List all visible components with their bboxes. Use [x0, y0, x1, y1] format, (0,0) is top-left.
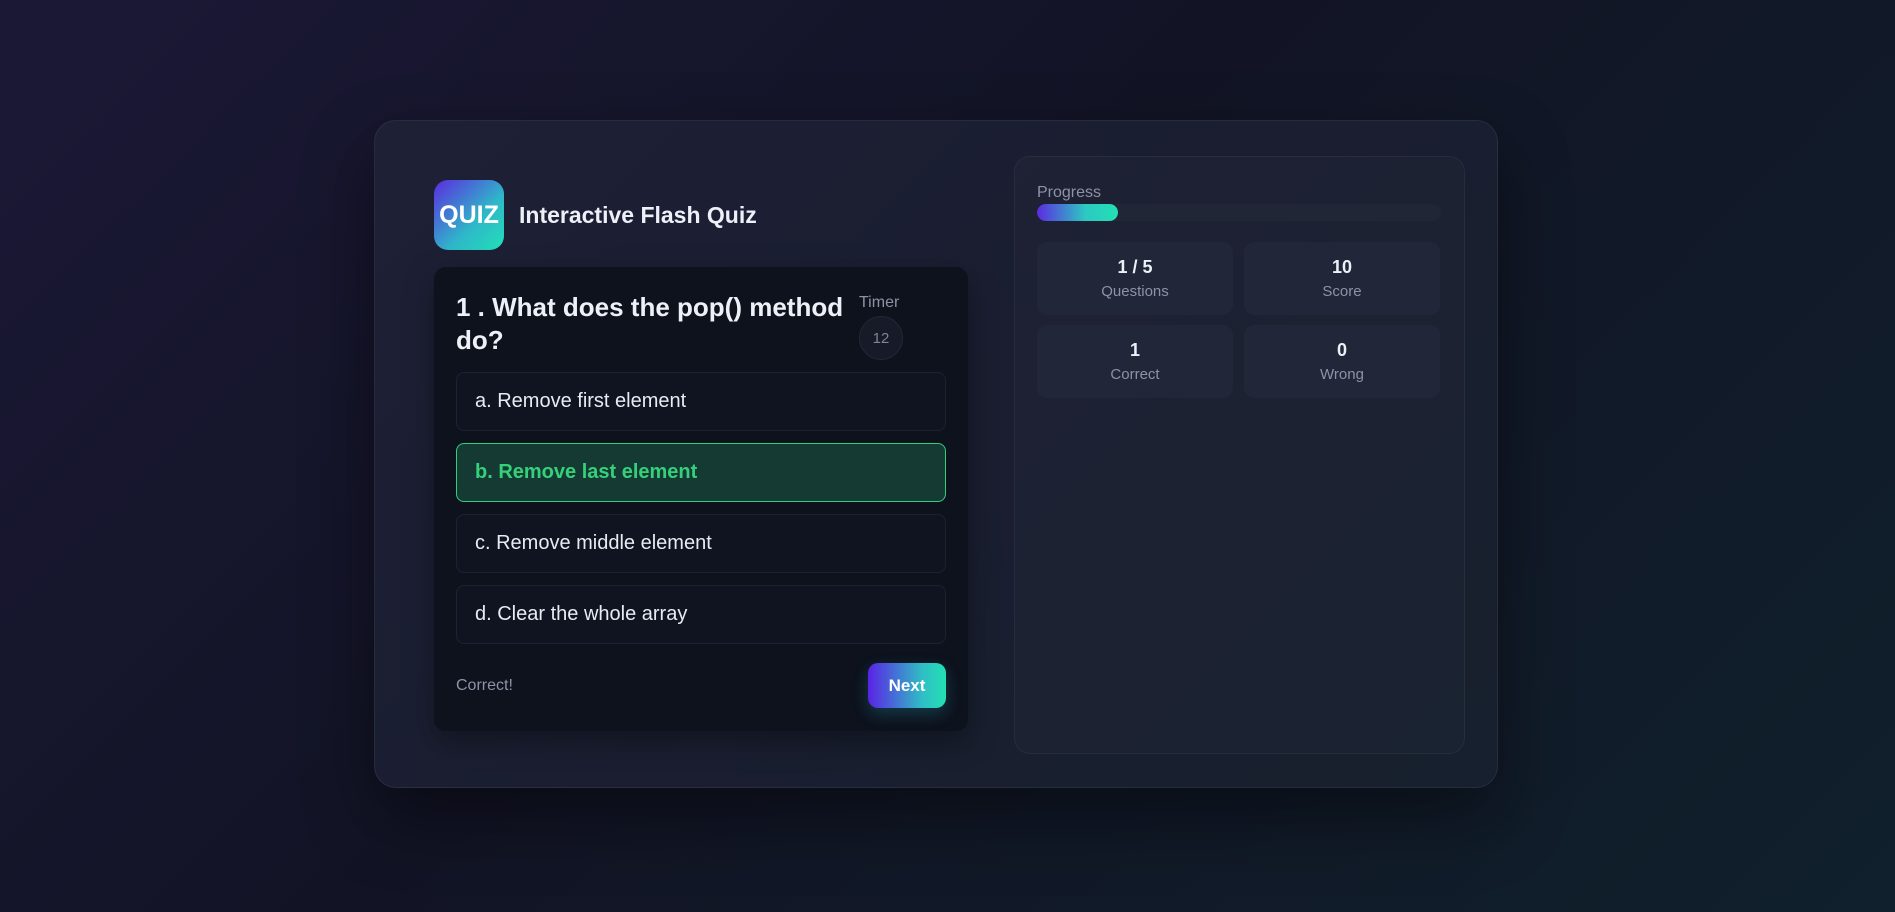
question-text: 1 . What does the pop() method do? — [456, 292, 844, 355]
stat-wrong: 0 Wrong — [1244, 325, 1440, 398]
stat-questions-label: Questions — [1101, 282, 1169, 300]
app-title: Interactive Flash Quiz — [519, 201, 757, 228]
answer-option-c[interactable]: c. Remove middle element — [456, 514, 946, 573]
stat-wrong-label: Wrong — [1320, 365, 1364, 383]
next-button[interactable]: Next — [868, 663, 946, 708]
progress-bar-fill — [1037, 204, 1118, 221]
stat-questions-value: 1 / 5 — [1117, 256, 1153, 277]
timer-label: Timer — [859, 294, 900, 311]
stat-wrong-value: 0 — [1336, 339, 1347, 360]
answer-option-d[interactable]: d. Clear the whole array — [456, 585, 946, 644]
quiz-app-container: QUIZ Interactive Flash Quiz 1 . What doe… — [374, 120, 1498, 788]
stat-correct-label: Correct — [1110, 365, 1160, 383]
stat-score: 10 Score — [1244, 242, 1440, 315]
answer-option-b[interactable]: b. Remove last element — [456, 443, 946, 502]
stat-score-value: 10 — [1331, 256, 1353, 277]
question-card: 1 . What does the pop() method do? Timer… — [434, 267, 968, 731]
stat-correct-value: 1 — [1129, 339, 1140, 360]
stats-panel: Progress 1 / 5 Questions 10 Score 1 Corr… — [1014, 156, 1465, 754]
answer-feedback: Correct! — [456, 677, 513, 694]
app-header: QUIZ Interactive Flash Quiz — [434, 180, 757, 250]
progress-label: Progress — [1037, 184, 1102, 201]
quiz-logo: QUIZ — [434, 180, 504, 250]
stat-score-label: Score — [1322, 282, 1362, 300]
progress-bar — [1037, 204, 1441, 221]
timer-value: 12 — [859, 316, 903, 360]
answer-option-a[interactable]: a. Remove first element — [456, 372, 946, 431]
stat-correct: 1 Correct — [1037, 325, 1233, 398]
stat-questions: 1 / 5 Questions — [1037, 242, 1233, 315]
